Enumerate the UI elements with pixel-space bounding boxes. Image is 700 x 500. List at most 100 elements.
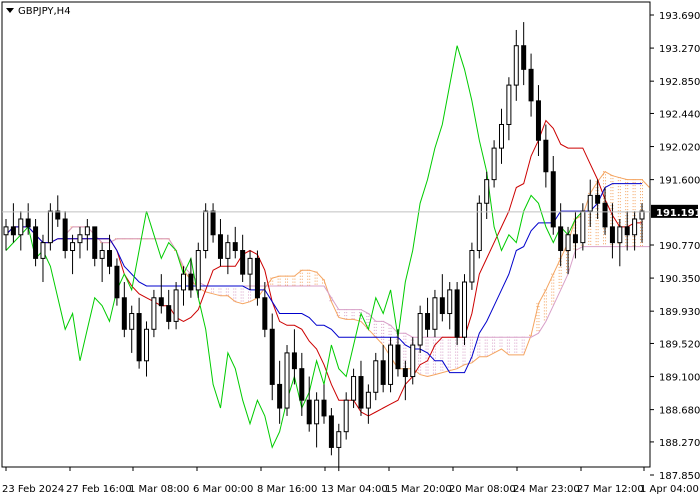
candle-body bbox=[62, 218, 68, 252]
x-tick-label: 1 Apr 04:00 bbox=[640, 484, 699, 495]
y-tick-label: 189.100 bbox=[659, 373, 700, 384]
candle-body bbox=[410, 344, 416, 378]
x-tick-label: 27 Mar 12:00 bbox=[577, 484, 644, 495]
candle-body bbox=[158, 297, 164, 307]
candle-body bbox=[380, 360, 386, 385]
candle-body bbox=[144, 328, 150, 362]
candle-body bbox=[617, 226, 623, 244]
candle-body bbox=[262, 297, 268, 330]
candle-body bbox=[291, 352, 297, 370]
symbol-title: GBPJPY,H4 bbox=[18, 6, 71, 17]
candle-body bbox=[180, 273, 186, 291]
y-tick-label: 193.690 bbox=[659, 11, 700, 22]
candle-body bbox=[121, 297, 127, 330]
chart-canvas[interactable]: 193.690 193.270 192.850 192.440 192.020 191.6… bbox=[0, 0, 700, 500]
candle-body bbox=[498, 123, 504, 149]
y-tick-label: 190.350 bbox=[659, 274, 700, 285]
candle-body bbox=[321, 399, 327, 417]
candle-body bbox=[247, 257, 253, 275]
candle-body bbox=[609, 226, 615, 244]
candle-body bbox=[632, 218, 638, 236]
candle-body bbox=[10, 226, 16, 236]
candle-body bbox=[173, 289, 179, 322]
x-tick-label: 23 Feb 2024 bbox=[2, 484, 64, 495]
candle-body bbox=[447, 289, 453, 315]
candle-body bbox=[225, 242, 231, 259]
candle-body bbox=[40, 242, 46, 259]
candle-body bbox=[543, 139, 549, 173]
candle-body bbox=[439, 297, 445, 315]
y-tick-label: 189.930 bbox=[659, 307, 700, 318]
y-tick-label: 192.020 bbox=[659, 143, 700, 154]
candle-body bbox=[373, 360, 379, 393]
candle-body bbox=[491, 147, 497, 181]
candle-body bbox=[3, 226, 9, 236]
candle-body bbox=[70, 242, 76, 252]
x-tick-label: 15 Mar 20:00 bbox=[385, 484, 452, 495]
y-tick-label: 193.270 bbox=[659, 44, 700, 55]
candle-body bbox=[151, 297, 157, 330]
candle-body bbox=[528, 68, 534, 102]
x-tick-label: 27 Feb 16:00 bbox=[66, 484, 132, 495]
candle-body bbox=[395, 344, 401, 370]
x-tick-label: 20 Mar 08:00 bbox=[449, 484, 516, 495]
candle-body bbox=[232, 242, 238, 252]
y-tick-label: 192.440 bbox=[659, 109, 700, 120]
candle-body bbox=[210, 210, 216, 236]
candle-body bbox=[18, 218, 24, 236]
y-tick-label: 189.520 bbox=[659, 339, 700, 350]
candle-body bbox=[254, 257, 260, 299]
candle-body bbox=[99, 250, 105, 259]
candle-body bbox=[358, 376, 364, 409]
candle-body bbox=[558, 226, 564, 252]
x-tick-label: 13 Mar 04:00 bbox=[321, 484, 388, 495]
candle-body bbox=[587, 194, 593, 212]
candle-body bbox=[476, 202, 482, 252]
x-tick-label: 8 Mar 16:00 bbox=[257, 484, 317, 495]
candle-body bbox=[336, 431, 342, 448]
candle-body bbox=[240, 250, 246, 275]
x-tick-label: 1 Mar 08:00 bbox=[129, 484, 189, 495]
candle-body bbox=[306, 399, 312, 425]
candle-body bbox=[136, 313, 142, 362]
candle-body bbox=[506, 84, 512, 125]
y-tick-label: 188.270 bbox=[659, 438, 700, 449]
candle-body bbox=[77, 234, 83, 244]
candle-body bbox=[188, 273, 194, 291]
candle-body bbox=[595, 194, 601, 204]
candle-body bbox=[314, 399, 320, 425]
y-tick-label: 190.770 bbox=[659, 241, 700, 252]
candle-body bbox=[454, 289, 460, 338]
candle-body bbox=[92, 226, 98, 259]
y-tick-label: 192.850 bbox=[659, 77, 700, 88]
candle-body bbox=[114, 265, 120, 299]
candle-body bbox=[365, 391, 371, 409]
candle-body bbox=[203, 210, 209, 252]
candle-body bbox=[269, 328, 275, 385]
candle-body bbox=[624, 226, 630, 236]
candle-body bbox=[277, 383, 283, 409]
candle-body bbox=[513, 45, 519, 86]
candle-body bbox=[469, 250, 475, 283]
candle-body bbox=[535, 100, 541, 141]
candle-body bbox=[328, 415, 334, 448]
candle-body bbox=[402, 368, 408, 378]
candle-body bbox=[521, 45, 527, 70]
candle-body bbox=[462, 281, 468, 338]
candle-body bbox=[129, 313, 135, 330]
candle-body bbox=[602, 202, 608, 228]
candle-body bbox=[107, 250, 113, 267]
candle-body bbox=[580, 210, 586, 244]
y-tick-label: 188.680 bbox=[659, 406, 700, 417]
y-tick-label: 187.850 bbox=[659, 471, 700, 482]
current-price-label: 191.191 bbox=[656, 208, 700, 219]
candle-body bbox=[284, 352, 290, 409]
candle-body bbox=[217, 234, 223, 259]
candle-body bbox=[84, 226, 90, 236]
y-tick-label: 191.600 bbox=[659, 176, 700, 187]
chart-background bbox=[0, 0, 700, 500]
x-tick-label: 6 Mar 00:00 bbox=[193, 484, 253, 495]
candle-body bbox=[343, 399, 349, 433]
candle-body bbox=[432, 297, 438, 330]
candle-body bbox=[425, 313, 431, 330]
